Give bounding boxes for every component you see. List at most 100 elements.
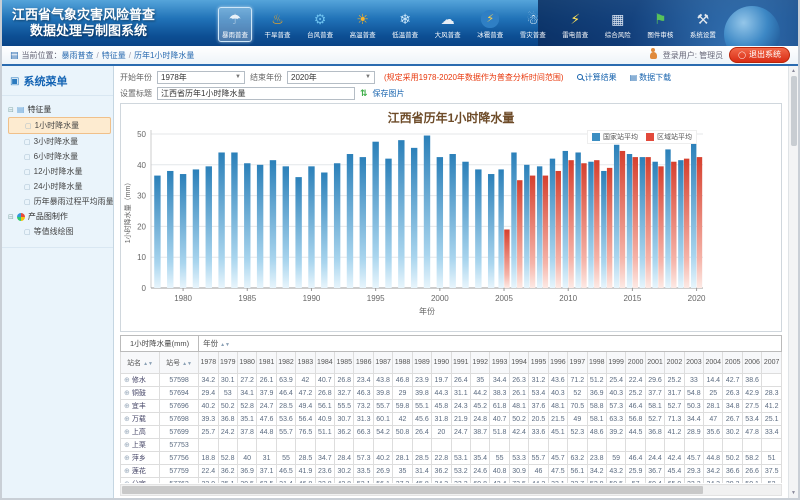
station-name-cell[interactable]: ⊕萍乡	[121, 452, 160, 465]
logout-button[interactable]: ◯ 退出系统	[729, 47, 790, 63]
table-year-col-1985[interactable]: 1985	[335, 352, 354, 374]
station-name-cell[interactable]: ⊕上高	[121, 426, 160, 439]
table-year-col-1979[interactable]: 1979	[218, 352, 237, 374]
table-year-col-1996[interactable]: 1996	[548, 352, 567, 374]
value-cell: 53.6	[276, 413, 295, 426]
table-year-col-1998[interactable]: 1998	[587, 352, 606, 374]
legend-item[interactable]: 国家站平均	[592, 132, 638, 142]
table-year-col-1989[interactable]: 1989	[412, 352, 431, 374]
table-year-col-1987[interactable]: 1987	[373, 352, 392, 374]
toolbar-item-2[interactable]: ♨干旱普查	[261, 7, 295, 42]
sort-icon[interactable]: ▲▼	[182, 361, 192, 367]
station-name-cell[interactable]: ⊕铜鼓	[121, 387, 160, 400]
table-year-col-1980[interactable]: 1980	[237, 352, 256, 374]
expand-icon[interactable]: ⊕	[124, 442, 130, 449]
scroll-up-icon[interactable]: ▲	[791, 66, 796, 76]
expand-icon[interactable]: ⊕	[124, 377, 130, 384]
toolbar-item-4[interactable]: ☀高温普查	[346, 7, 380, 42]
table-year-col-1981[interactable]: 1981	[257, 352, 276, 374]
expand-icon[interactable]: ⊕	[124, 390, 130, 397]
toolbar-item-7[interactable]: ⚡冰雹普查	[473, 7, 507, 42]
tree-collapse-icon[interactable]: ⊟	[8, 213, 14, 221]
breadcrumb-link[interactable]: 暴雨普查	[62, 51, 94, 60]
expand-icon[interactable]: ⊕	[124, 416, 130, 423]
expand-icon[interactable]: ⊕	[124, 455, 130, 462]
station-name-cell[interactable]: ⊕莲花	[121, 465, 160, 478]
station-name-cell[interactable]: ⊕上栗	[121, 439, 160, 452]
sidebar-item-24小时降水量[interactable]: ▢24小时降水量	[8, 179, 111, 194]
sidebar-item-6小时降水量[interactable]: ▢6小时降水量	[8, 149, 111, 164]
table-col-id-header[interactable]: 站号▲▼	[160, 352, 199, 374]
tree-collapse-icon[interactable]: ⊟	[8, 106, 14, 114]
table-year-col-1999[interactable]: 1999	[606, 352, 625, 374]
expand-icon[interactable]: ⊕	[124, 468, 130, 475]
table-year-col-2000[interactable]: 2000	[626, 352, 645, 374]
document-icon: ▢	[25, 122, 32, 130]
table-year-col-2007[interactable]: 2007	[762, 352, 782, 374]
station-name-cell[interactable]: ⊕万载	[121, 413, 160, 426]
table-year-header[interactable]: 年份▲▼	[199, 336, 782, 352]
table-year-col-1997[interactable]: 1997	[568, 352, 587, 374]
table-year-col-1995[interactable]: 1995	[529, 352, 548, 374]
sidebar-item-12小时降水量[interactable]: ▢12小时降水量	[8, 164, 111, 179]
station-name-cell[interactable]: ⊕宜丰	[121, 400, 160, 413]
toolbar-item-10[interactable]: ▦综合风险	[601, 7, 635, 42]
toolbar-item-5[interactable]: ❄低温普查	[388, 7, 422, 42]
table-year-col-1978[interactable]: 1978	[199, 352, 218, 374]
save-image-button[interactable]: 保存图片	[373, 88, 405, 99]
sidebar-item-历年暴雨过程平均雨量[interactable]: ▢历年暴雨过程平均雨量	[8, 194, 111, 209]
expand-icon[interactable]: ⊕	[124, 481, 130, 483]
chart-title-input[interactable]	[157, 87, 355, 100]
table-year-col-1991[interactable]: 1991	[451, 352, 470, 374]
toolbar-item-11[interactable]: ⚑图件审核	[643, 7, 677, 42]
vertical-scrollbar-thumb[interactable]	[791, 76, 797, 146]
data-download-button[interactable]: ▤ 数据下载	[630, 72, 672, 83]
scroll-down-icon[interactable]: ▼	[791, 488, 796, 498]
table-year-col-1988[interactable]: 1988	[393, 352, 412, 374]
table-row: ⊕上高5769925.724.237.844.855.776.551.136.2…	[121, 426, 782, 439]
toolbar-item-3[interactable]: ⚙台风普查	[303, 7, 337, 42]
sidebar-item-等值线绘图[interactable]: ▢等值线绘图	[8, 224, 111, 239]
table-year-col-1993[interactable]: 1993	[490, 352, 509, 374]
horizontal-scrollbar-thumb[interactable]	[122, 486, 703, 494]
table-year-col-2002[interactable]: 2002	[665, 352, 684, 374]
table-year-col-1986[interactable]: 1986	[354, 352, 373, 374]
calc-result-button[interactable]: 计算结果	[577, 72, 617, 83]
toolbar-item-12[interactable]: ⚒系统设置	[686, 7, 720, 42]
table-year-col-1994[interactable]: 1994	[509, 352, 528, 374]
station-name-cell[interactable]: ⊕分宜	[121, 478, 160, 484]
toolbar-item-9[interactable]: ⚡雷电普查	[558, 7, 592, 42]
toolbar-item-6[interactable]: ☁大风普查	[431, 7, 465, 42]
sort-icon[interactable]: ▲▼	[220, 342, 230, 348]
table-year-col-1984[interactable]: 1984	[315, 352, 334, 374]
table-year-col-2003[interactable]: 2003	[684, 352, 703, 374]
value-cell: 76.5	[296, 426, 315, 439]
breadcrumb-link[interactable]: 历年1小时降水量	[134, 51, 194, 60]
sidebar-item-label: 历年暴雨过程平均雨量	[34, 196, 114, 207]
sort-icon[interactable]: ▲▼	[143, 361, 153, 367]
horizontal-scrollbar[interactable]	[120, 484, 782, 496]
table-year-col-2006[interactable]: 2006	[742, 352, 761, 374]
expand-icon[interactable]: ⊕	[124, 403, 130, 410]
toolbar-item-8[interactable]: ☃雪灾普查	[516, 7, 550, 42]
table-year-col-1990[interactable]: 1990	[432, 352, 451, 374]
table-year-col-1983[interactable]: 1983	[296, 352, 315, 374]
table-year-col-2005[interactable]: 2005	[723, 352, 742, 374]
sidebar-group-2[interactable]: ⊟产品图制作	[8, 209, 111, 224]
table-year-col-2004[interactable]: 2004	[704, 352, 723, 374]
start-year-select[interactable]: 1978年 ▼	[157, 71, 245, 84]
sidebar-item-1小时降水量[interactable]: ▢1小时降水量	[8, 117, 111, 134]
table-year-col-1992[interactable]: 1992	[471, 352, 490, 374]
breadcrumb-link[interactable]: 特征量	[102, 51, 126, 60]
station-name-cell[interactable]: ⊕修水	[121, 374, 160, 387]
sidebar-item-3小时降水量[interactable]: ▢3小时降水量	[8, 134, 111, 149]
table-year-col-1982[interactable]: 1982	[276, 352, 295, 374]
table-year-col-2001[interactable]: 2001	[645, 352, 664, 374]
legend-item[interactable]: 区域站平均	[646, 132, 692, 142]
toolbar-item-1[interactable]: ☂暴雨普查	[218, 7, 252, 42]
table-col-station-header[interactable]: 站名▲▼	[121, 352, 160, 374]
end-year-select[interactable]: 2020年 ▼	[287, 71, 375, 84]
expand-icon[interactable]: ⊕	[124, 429, 130, 436]
vertical-scrollbar[interactable]: ▲ ▼	[788, 66, 798, 498]
sidebar-group-1[interactable]: ⊟▤特征量	[8, 102, 111, 117]
